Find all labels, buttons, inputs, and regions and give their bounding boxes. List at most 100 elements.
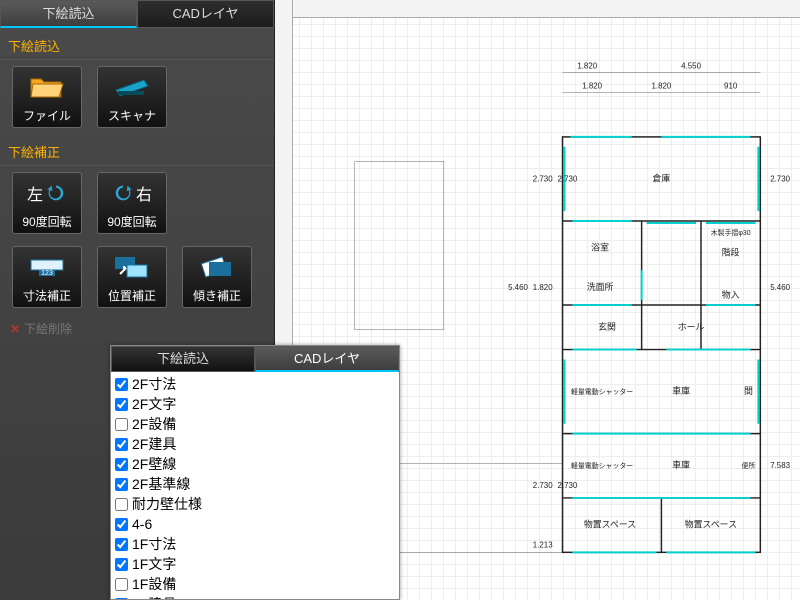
svg-text:洗面所: 洗面所 bbox=[587, 281, 614, 292]
dimension-correct-label: 寸法補正 bbox=[23, 287, 71, 304]
layer-checkbox[interactable] bbox=[115, 558, 128, 571]
file-button[interactable]: ファイル bbox=[12, 66, 82, 128]
layer-label: 2F建具 bbox=[132, 434, 176, 454]
layer-label: 2F壁線 bbox=[132, 454, 176, 474]
svg-text:5.460: 5.460 bbox=[770, 283, 790, 292]
layer-checkbox[interactable] bbox=[115, 438, 128, 451]
layer-label: 1F建具 bbox=[132, 594, 176, 599]
svg-text:5.460: 5.460 bbox=[508, 283, 528, 292]
delete-underlay-label: 下絵削除 bbox=[24, 320, 72, 337]
svg-text:1.820: 1.820 bbox=[577, 62, 597, 71]
svg-text:2.730: 2.730 bbox=[558, 481, 578, 490]
svg-text:ホール: ホール bbox=[678, 322, 705, 332]
layer-checkbox[interactable] bbox=[115, 458, 128, 471]
rotate-right-icon: 右 bbox=[98, 173, 166, 213]
dimension-icon: 123 bbox=[13, 247, 81, 287]
svg-text:車庫: 車庫 bbox=[672, 459, 690, 470]
svg-text:2.730: 2.730 bbox=[533, 481, 553, 490]
svg-text:2.730: 2.730 bbox=[533, 174, 553, 183]
layer-tab-cad[interactable]: CADレイヤ bbox=[255, 346, 399, 372]
svg-text:階段: 階段 bbox=[722, 247, 740, 258]
dimension-correct-button[interactable]: 123 寸法補正 bbox=[12, 246, 82, 308]
layer-item[interactable]: 1F設備 bbox=[115, 574, 395, 594]
layer-label: 4-6 bbox=[132, 516, 152, 532]
layer-checkbox[interactable] bbox=[115, 398, 128, 411]
layer-checkbox[interactable] bbox=[115, 418, 128, 431]
layer-item[interactable]: 1F建具 bbox=[115, 594, 395, 599]
tab-underlay[interactable]: 下絵読込 bbox=[0, 0, 137, 28]
layer-label: 2F基準線 bbox=[132, 474, 190, 494]
layer-checkbox[interactable] bbox=[115, 598, 128, 600]
svg-text:倉庫: 倉庫 bbox=[653, 172, 671, 183]
layer-item[interactable]: 2F文字 bbox=[115, 394, 395, 414]
rotate-left-button[interactable]: 左 90度回転 bbox=[12, 172, 82, 234]
svg-text:軽量電動シャッター: 軽量電動シャッター bbox=[571, 461, 633, 470]
svg-text:2.730: 2.730 bbox=[558, 174, 578, 183]
layer-item[interactable]: 耐力壁仕様 bbox=[115, 494, 395, 514]
tilt-correct-label: 傾き補正 bbox=[193, 287, 241, 304]
layer-checkbox[interactable] bbox=[115, 538, 128, 551]
svg-text:物置スペース: 物置スペース bbox=[685, 519, 737, 530]
svg-text:1.820: 1.820 bbox=[533, 283, 553, 292]
tilt-correct-button[interactable]: 傾き補正 bbox=[182, 246, 252, 308]
position-correct-button[interactable]: 位置補正 bbox=[97, 246, 167, 308]
folder-open-icon bbox=[13, 67, 81, 107]
layer-panel[interactable]: 下絵読込 CADレイヤ 2F寸法2F文字2F設備2F建具2F壁線2F基準線耐力壁… bbox=[110, 345, 400, 600]
layer-item[interactable]: 2F建具 bbox=[115, 434, 395, 454]
layer-item[interactable]: 2F壁線 bbox=[115, 454, 395, 474]
section-correct-title: 下絵補正 bbox=[0, 134, 274, 166]
layer-item[interactable]: 1F寸法 bbox=[115, 534, 395, 554]
scanner-label: スキャナ bbox=[108, 107, 156, 124]
svg-text:4.550: 4.550 bbox=[681, 62, 701, 71]
layer-checkbox[interactable] bbox=[115, 498, 128, 511]
floor-plan: 1.820 4.550 1.820 1.820 910 2.730 2.730 … bbox=[335, 30, 790, 590]
layer-item[interactable]: 1F文字 bbox=[115, 554, 395, 574]
svg-text:玄関: 玄関 bbox=[598, 321, 616, 332]
svg-text:物置スペース: 物置スペース bbox=[584, 519, 636, 530]
ruler-horizontal bbox=[275, 0, 800, 18]
layer-item[interactable]: 2F基準線 bbox=[115, 474, 395, 494]
layer-label: 2F寸法 bbox=[132, 374, 176, 394]
svg-text:1.820: 1.820 bbox=[582, 81, 602, 90]
layer-panel-tabs: 下絵読込 CADレイヤ bbox=[111, 346, 399, 372]
layer-label: 2F文字 bbox=[132, 394, 176, 414]
layer-checkbox[interactable] bbox=[115, 478, 128, 491]
svg-text:1.213: 1.213 bbox=[533, 540, 553, 549]
svg-text:浴室: 浴室 bbox=[591, 242, 609, 253]
svg-text:2.730: 2.730 bbox=[770, 174, 790, 183]
position-correct-label: 位置補正 bbox=[108, 287, 156, 304]
rotate-left-icon: 左 bbox=[13, 173, 81, 213]
svg-text:便所: 便所 bbox=[742, 461, 756, 470]
layer-checkbox[interactable] bbox=[115, 578, 128, 591]
svg-text:7.583: 7.583 bbox=[770, 461, 790, 470]
delete-x-icon: ✕ bbox=[10, 322, 20, 336]
rotate-right-button[interactable]: 右 90度回転 bbox=[97, 172, 167, 234]
layer-tab-underlay[interactable]: 下絵読込 bbox=[111, 346, 255, 372]
position-icon bbox=[98, 247, 166, 287]
tab-cad-layer[interactable]: CADレイヤ bbox=[137, 0, 274, 28]
svg-text:物入: 物入 bbox=[722, 289, 740, 300]
svg-text:木製手摺φ30: 木製手摺φ30 bbox=[711, 228, 751, 237]
svg-text:1.820: 1.820 bbox=[652, 81, 672, 90]
tilt-icon bbox=[183, 247, 251, 287]
layer-list[interactable]: 2F寸法2F文字2F設備2F建具2F壁線2F基準線耐力壁仕様 4-6 1F寸法1F文… bbox=[111, 372, 399, 599]
scanner-button[interactable]: スキャナ bbox=[97, 66, 167, 128]
svg-text:910: 910 bbox=[724, 81, 738, 90]
file-label: ファイル bbox=[23, 107, 71, 124]
layer-item[interactable]: 2F設備 bbox=[115, 414, 395, 434]
layer-label: 1F文字 bbox=[132, 554, 176, 574]
layer-item[interactable]: 2F寸法 bbox=[115, 374, 395, 394]
layer-checkbox[interactable] bbox=[115, 378, 128, 391]
svg-text:間: 間 bbox=[744, 386, 753, 396]
layer-label: 1F設備 bbox=[132, 574, 176, 594]
rotate-right-label: 90度回転 bbox=[107, 213, 156, 230]
scanner-icon bbox=[98, 67, 166, 107]
layer-label: 2F設備 bbox=[132, 414, 176, 434]
sidebar-tabbar: 下絵読込 CADレイヤ bbox=[0, 0, 274, 28]
layer-item[interactable]: 4-6 bbox=[115, 514, 395, 534]
section-load-title: 下絵読込 bbox=[0, 28, 274, 60]
rotate-left-label: 90度回転 bbox=[22, 213, 71, 230]
layer-checkbox[interactable] bbox=[115, 518, 128, 531]
svg-text:車庫: 車庫 bbox=[672, 385, 690, 396]
svg-text:123: 123 bbox=[41, 270, 53, 277]
